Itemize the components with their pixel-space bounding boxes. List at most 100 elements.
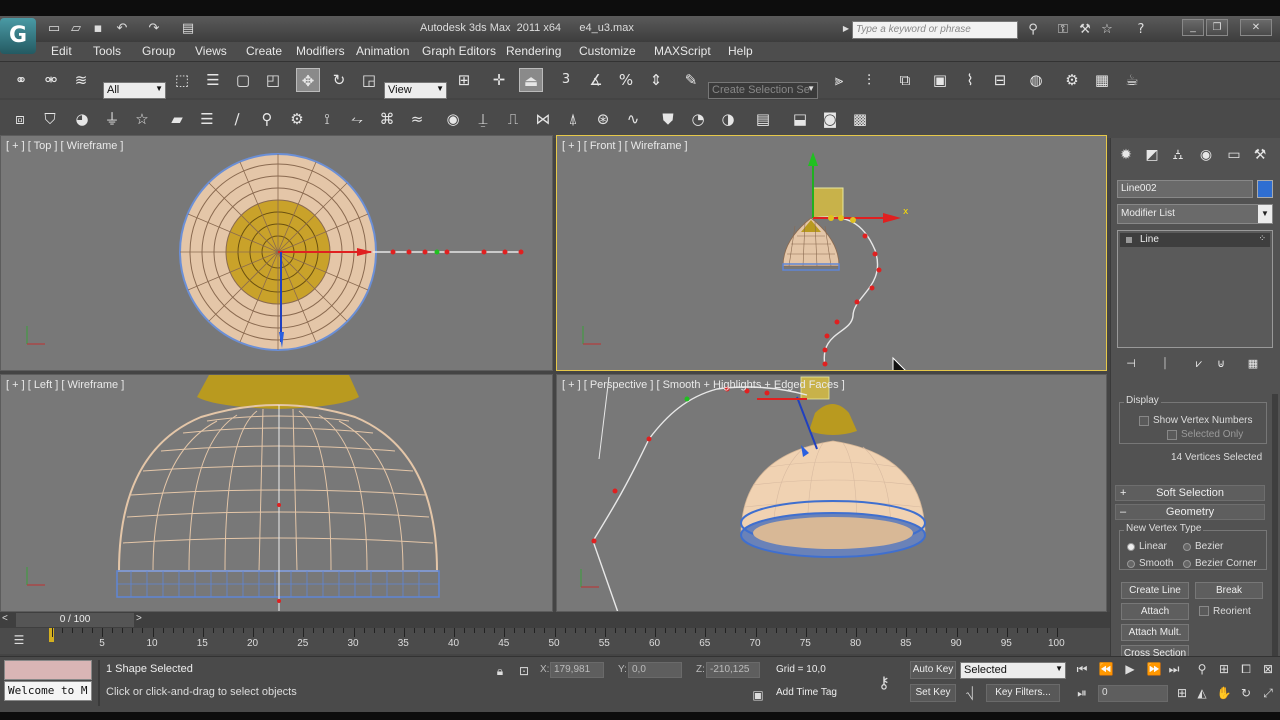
menu-graph-editors[interactable]: Graph Editors [422,44,496,58]
bind-space-warp-icon[interactable]: ≋ [69,68,93,92]
attach-mult-button[interactable]: Attach Mult. [1121,624,1189,641]
mirror-icon[interactable]: ⫸ [827,68,851,92]
subscription-icon[interactable]: ⚿ [1054,21,1072,39]
displace-icon[interactable]: ⍋ [561,107,585,131]
close-button[interactable]: ✕ [1240,19,1272,36]
new-file-icon[interactable]: ▭ [46,21,62,37]
menu-tools[interactable]: Tools [93,44,121,58]
align-icon[interactable]: ⫶ [857,68,881,92]
show-end-result-icon[interactable]: ⏐ [1157,356,1173,372]
noise-icon[interactable]: ∿ [621,107,645,131]
attach-button[interactable]: Attach [1121,603,1189,620]
schematic-view-icon[interactable]: ⊟ [988,68,1012,92]
layer-manager-icon[interactable]: ⧉ [893,68,917,92]
panel-icon[interactable]: ▤ [751,107,775,131]
key-filters-button[interactable]: Key Filters... [986,684,1060,702]
camera-icon[interactable]: ◙ [818,107,842,131]
command-panel-scrollbar[interactable] [1272,394,1278,656]
play-icon[interactable]: ▶ [1122,661,1138,677]
angle-snap-icon[interactable]: ∡ [584,68,608,92]
field-of-view-icon[interactable]: ◭ [1194,685,1210,701]
selection-filter-dropdown[interactable]: All ▼ [103,82,166,99]
slider-prev-icon[interactable]: < [2,613,8,624]
favorites-star-icon[interactable]: ☆ [1098,21,1116,39]
geometry-rollout[interactable]: – Geometry [1115,504,1265,520]
viewport-label-left[interactable]: [ + ] [ Left ] [ Wireframe ] [6,379,124,391]
key-mode-dropdown[interactable]: Selected ▼ [960,662,1066,679]
stretch-icon[interactable]: ⎍ [501,107,525,131]
time-tag-icon[interactable]: ▣ [750,687,766,703]
slider-next-icon[interactable]: > [136,613,142,624]
menu-edit[interactable]: Edit [51,44,72,58]
taper-icon[interactable]: ⥊ [345,107,369,131]
radio-bezier-corner[interactable] [1183,560,1191,568]
x-coordinate-field[interactable]: 179,981 [550,662,604,678]
menu-modifiers[interactable]: Modifiers [296,44,345,58]
show-vertex-numbers-checkbox[interactable] [1139,416,1149,426]
pan-hand-icon[interactable]: ✋ [1216,685,1232,701]
go-to-end-icon[interactable]: ⏭ [1166,661,1182,677]
previous-frame-icon[interactable]: ⏪ [1098,661,1114,677]
select-region-icon[interactable]: ⬓ [788,107,812,131]
break-button[interactable]: Break [1195,582,1263,599]
cylinder-icon[interactable]: ☰ [195,107,219,131]
maximize-viewport-icon[interactable]: ⤢ [1260,685,1276,701]
menu-views[interactable]: Views [195,44,227,58]
viewport-left[interactable]: [ + ] [ Left ] [ Wireframe ] [0,374,553,612]
redo-icon[interactable]: ↷ [146,21,162,37]
key-icon[interactable]: ⚷ [876,675,892,691]
motion-tab-icon[interactable]: ◉ [1195,144,1217,166]
menu-customize[interactable]: Customize [579,44,636,58]
undo-icon[interactable]: ↶ [114,21,130,37]
lathe-icon[interactable]: ⏚ [100,107,124,131]
lattice-icon[interactable]: ⊛ [591,107,615,131]
viewport-top[interactable]: [ + ] [ Top ] [ Wireframe ] [0,135,553,371]
menu-maxscript[interactable]: MAXScript [654,44,711,58]
selection-lock-icon[interactable]: 🔒︎ [492,663,508,679]
zoom-icon[interactable]: ⚲ [1194,661,1210,677]
render-setup-icon[interactable]: ⚙ [1060,68,1084,92]
menu-create[interactable]: Create [246,44,282,58]
auto-key-button[interactable]: Auto Key [910,661,956,679]
binoculars-icon[interactable]: ⚲ [1024,21,1042,39]
help-icon[interactable]: ? [1132,21,1150,39]
spherify-icon[interactable]: ◉ [441,107,465,131]
radio-bezier[interactable] [1183,543,1191,551]
utilities-tab-icon[interactable]: ⚒ [1249,144,1271,166]
make-unique-icon[interactable]: ⩗ [1191,356,1207,372]
edit-named-selection-icon[interactable]: ✎ [679,68,703,92]
window-crossing-icon[interactable]: ◰ [261,68,285,92]
radio-linear[interactable] [1127,543,1135,551]
star-shape-icon[interactable]: ☆ [130,107,154,131]
selected-only-checkbox[interactable] [1167,430,1177,440]
curve-editor-icon[interactable]: ⌇ [958,68,982,92]
select-and-rotate-icon[interactable]: ↻ [327,68,351,92]
select-and-move-icon[interactable]: ✥ [296,68,320,92]
eraser-icon[interactable]: ▰ [165,107,189,131]
viewport-label-front[interactable]: [ + ] [ Front ] [ Wireframe ] [562,140,688,152]
pin-stack-icon[interactable]: ⊣ [1123,356,1139,372]
go-to-start-icon[interactable]: ⏮ [1074,661,1090,677]
viewport-label-perspective[interactable]: [ + ] [ Perspective ] [ Smooth + Highlig… [562,379,845,391]
restore-button[interactable]: ❐ [1206,19,1228,36]
modifier-list-dropdown[interactable]: Modifier List ▼ [1117,204,1273,224]
viewport-perspective[interactable]: [ + ] [ Perspective ] [ Smooth + Highlig… [556,374,1107,612]
wave-icon[interactable]: ≈ [405,107,429,131]
pin-icon[interactable]: ⚲ [255,107,279,131]
minimize-button[interactable]: _ [1182,19,1204,36]
lighting-bulb-icon[interactable]: ⁘ [1258,233,1266,244]
twist-icon[interactable]: ⌘ [375,107,399,131]
shirt-icon[interactable]: ⛉ [38,107,62,131]
sphere-icon[interactable]: ◕ [70,107,94,131]
key-mode-toggle-icon[interactable]: ⏯ [1074,685,1090,701]
object-name-field[interactable]: Line002 [1117,180,1253,198]
project-folder-icon[interactable]: ▤ [180,21,196,37]
object-color-swatch[interactable] [1257,180,1273,198]
soft-selection-rollout[interactable]: + Soft Selection [1115,485,1265,501]
communication-icon[interactable]: ⚒ [1076,21,1094,39]
remove-modifier-icon[interactable]: ⊍ [1213,356,1229,372]
z-coordinate-field[interactable]: -210,125 [706,662,760,678]
rendered-frame-window-icon[interactable]: ▦ [1090,68,1114,92]
viewport-front[interactable]: x [ + ] [ Front ] [ Wireframe ] [556,135,1107,371]
modify-tab-icon[interactable]: ◩ [1141,144,1163,166]
